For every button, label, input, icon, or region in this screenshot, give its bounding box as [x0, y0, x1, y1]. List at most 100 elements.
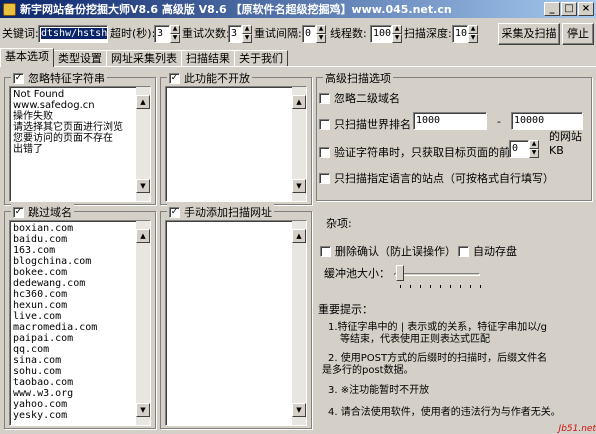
tab-panel: ✓ 忽略特征字符串 Not Found www.safedog.cn 操作失败 … — [0, 66, 596, 434]
timeout-spinner[interactable]: ▲ ▼ — [170, 25, 180, 43]
note-2a: 2. 使用POST方式的后缀时的扫描时，后缀文件名 — [328, 353, 548, 364]
title-bar[interactable]: 新宇网站备份挖掘大师V8.6 高级版 V8.6 【原软件名超级挖掘鸡】www.0… — [0, 0, 596, 18]
rank-to-input[interactable]: 10000 — [511, 112, 583, 130]
scroll-up-icon[interactable]: ▲ — [292, 229, 306, 243]
advanced-options-group: 高级扫描选项 忽略二级域名 只扫描世界排名 1000 - 10000 的网站 验… — [316, 70, 592, 201]
stop-button[interactable]: 停止 — [562, 23, 594, 45]
manual-add-label: 手动添加扫描网址 — [184, 206, 272, 219]
threads-spinner[interactable]: ▲ ▼ — [392, 25, 402, 43]
tab-type-settings[interactable]: 类型设置 — [53, 50, 107, 67]
verify-size-input[interactable]: 0 — [509, 140, 529, 158]
skip-domain-header[interactable]: ✓ 跳过域名 — [11, 204, 74, 220]
tab-strip: 基本选项 类型设置 网址采集列表 扫描结果 关于我们 — [0, 48, 288, 67]
verify-feature-row: 验证字符串时，只获取目标页面的前 — [319, 144, 510, 160]
skip-domain-textarea[interactable]: boxian.com baidu.com 163.com blogchina.c… — [9, 220, 151, 426]
scroll-up-icon[interactable]: ▲ — [136, 95, 150, 109]
advanced-options-title-text: 高级扫描选项 — [325, 72, 391, 85]
rank-dash: - — [497, 115, 501, 128]
scroll-down-icon[interactable]: ▼ — [292, 179, 306, 193]
scroll-down-icon[interactable]: ▼ — [136, 179, 150, 193]
ignore-subdomain-checkbox[interactable] — [319, 92, 330, 104]
rank-only-label: 只扫描世界排名 — [334, 118, 411, 131]
interval-input[interactable]: 0 — [302, 25, 316, 43]
misc-title: 杂项: — [326, 217, 352, 230]
buffer-slider-thumb[interactable] — [396, 265, 404, 281]
note-3: 3. ※注功能暂时不开放 — [328, 385, 430, 396]
threads-label: 线程数: — [330, 27, 367, 40]
ignore-feature-header[interactable]: ✓ 忽略特征字符串 — [11, 70, 107, 86]
ignore-subdomain-label: 忽略二级域名 — [334, 92, 400, 105]
auto-save-row[interactable]: 自动存盘 — [458, 243, 517, 259]
interval-spinner[interactable]: ▲ ▼ — [316, 25, 326, 43]
manual-add-header[interactable]: ✓ 手动添加扫描网址 — [167, 204, 274, 220]
depth-spinner[interactable]: ▲ ▼ — [468, 25, 478, 43]
confirm-delete-row[interactable]: 删除确认（防止误操作） — [320, 243, 456, 259]
timeout-label: 超时(秒): — [110, 27, 156, 40]
threads-input[interactable]: 100 — [370, 25, 392, 43]
ignore-feature-textarea[interactable]: Not Found www.safedog.cn 操作失败 请选择其它页面进行浏… — [9, 86, 151, 202]
skip-domain-label: 跳过域名 — [28, 206, 72, 219]
not-open-textarea[interactable]: ▲ ▼ — [165, 86, 307, 202]
rank-only-checkbox[interactable] — [319, 118, 330, 130]
skip-domain-text: boxian.com baidu.com 163.com blogchina.c… — [13, 223, 98, 421]
ignore-feature-scrollbar[interactable]: ▲ ▼ — [136, 87, 150, 201]
retry-input[interactable]: 3 — [228, 25, 242, 43]
close-button[interactable]: × — [578, 2, 594, 16]
scroll-up-icon[interactable]: ▲ — [292, 95, 306, 109]
scroll-up-icon[interactable]: ▲ — [136, 229, 150, 243]
skip-domain-checkbox[interactable]: ✓ — [13, 206, 24, 218]
manual-add-textarea[interactable]: ▲ ▼ — [165, 220, 307, 426]
rank-suffix: 的网站 — [549, 130, 582, 143]
window-title: 新宇网站备份挖掘大师V8.6 高级版 V8.6 【原软件名超级挖掘鸡】www.0… — [20, 3, 452, 16]
lang-only-row[interactable]: 只扫描指定语言的站点（可按格式自行填写） — [319, 170, 554, 186]
auto-save-checkbox[interactable] — [458, 245, 469, 257]
skip-domain-group: ✓ 跳过域名 boxian.com baidu.com 163.com blog… — [4, 204, 156, 429]
interval-label: 重试间隔: — [254, 27, 302, 40]
tab-url-collect[interactable]: 网址采集列表 — [106, 50, 182, 67]
manual-add-scrollbar[interactable]: ▲ ▼ — [292, 221, 306, 425]
rank-from-input[interactable]: 1000 — [413, 112, 487, 130]
tab-scan-results[interactable]: 扫描结果 — [181, 50, 235, 67]
maximize-button[interactable]: □ — [561, 2, 577, 16]
depth-input[interactable]: 10 — [452, 25, 468, 43]
watermark: Jb51.net — [558, 424, 596, 434]
ignore-feature-label: 忽略特征字符串 — [28, 72, 105, 85]
app-icon — [3, 2, 16, 16]
buffer-slider-track[interactable] — [394, 273, 480, 276]
buffer-label: 缓冲池大小： — [324, 267, 390, 280]
manual-add-group: ✓ 手动添加扫描网址 ▲ ▼ — [160, 204, 312, 429]
confirm-delete-checkbox[interactable] — [320, 245, 331, 257]
not-open-checkbox[interactable]: ✓ — [169, 72, 180, 84]
verify-feature-checkbox[interactable] — [319, 146, 330, 158]
note-4: 4. 请合法使用软件，使用者的违法行为与作者无关。 — [328, 407, 561, 418]
lang-only-checkbox[interactable] — [319, 172, 330, 184]
toolbar: 关键词: dtshw/hstsh 超时(秒): 3 ▲ ▼ 重试次数: 3 ▲ ▼ … — [0, 20, 596, 46]
skip-domain-scrollbar[interactable]: ▲ ▼ — [136, 221, 150, 425]
verify-feature-label: 验证字符串时，只获取目标页面的前 — [334, 146, 510, 159]
collect-scan-button[interactable]: 采集及扫描 — [498, 23, 560, 45]
note-2b: 是多行的post数据。 — [322, 365, 414, 376]
manual-add-checkbox[interactable]: ✓ — [169, 206, 180, 218]
retry-label: 重试次数: — [182, 27, 230, 40]
confirm-delete-label: 删除确认（防止误操作） — [335, 245, 456, 258]
verify-size-spinner[interactable]: ▲ ▼ — [529, 140, 539, 158]
retry-spinner[interactable]: ▲ ▼ — [242, 25, 252, 43]
note-1b: 等结束，代表使用正则表达式匹配 — [340, 334, 490, 345]
depth-label: 扫描深度: — [404, 27, 452, 40]
minimize-button[interactable]: _ — [544, 2, 560, 16]
ignore-subdomain-row[interactable]: 忽略二级域名 — [319, 90, 400, 106]
scroll-down-icon[interactable]: ▼ — [292, 403, 306, 417]
keyword-label: 关键词: — [2, 27, 39, 40]
not-open-header[interactable]: ✓ 此功能不开放 — [167, 70, 252, 86]
tab-about[interactable]: 关于我们 — [234, 50, 288, 67]
not-open-scrollbar[interactable]: ▲ ▼ — [292, 87, 306, 201]
ignore-feature-group: ✓ 忽略特征字符串 Not Found www.safedog.cn 操作失败 … — [4, 70, 156, 205]
tab-basic[interactable]: 基本选项 — [0, 48, 54, 67]
keyword-input[interactable]: dtshw/hstsh — [38, 25, 108, 43]
timeout-input[interactable]: 3 — [154, 25, 170, 43]
ignore-feature-checkbox[interactable]: ✓ — [13, 72, 24, 84]
verify-unit: KB — [549, 144, 564, 157]
advanced-options-title: 高级扫描选项 — [323, 70, 393, 86]
scroll-down-icon[interactable]: ▼ — [136, 403, 150, 417]
keyword-value: dtshw/hstsh — [41, 28, 108, 39]
